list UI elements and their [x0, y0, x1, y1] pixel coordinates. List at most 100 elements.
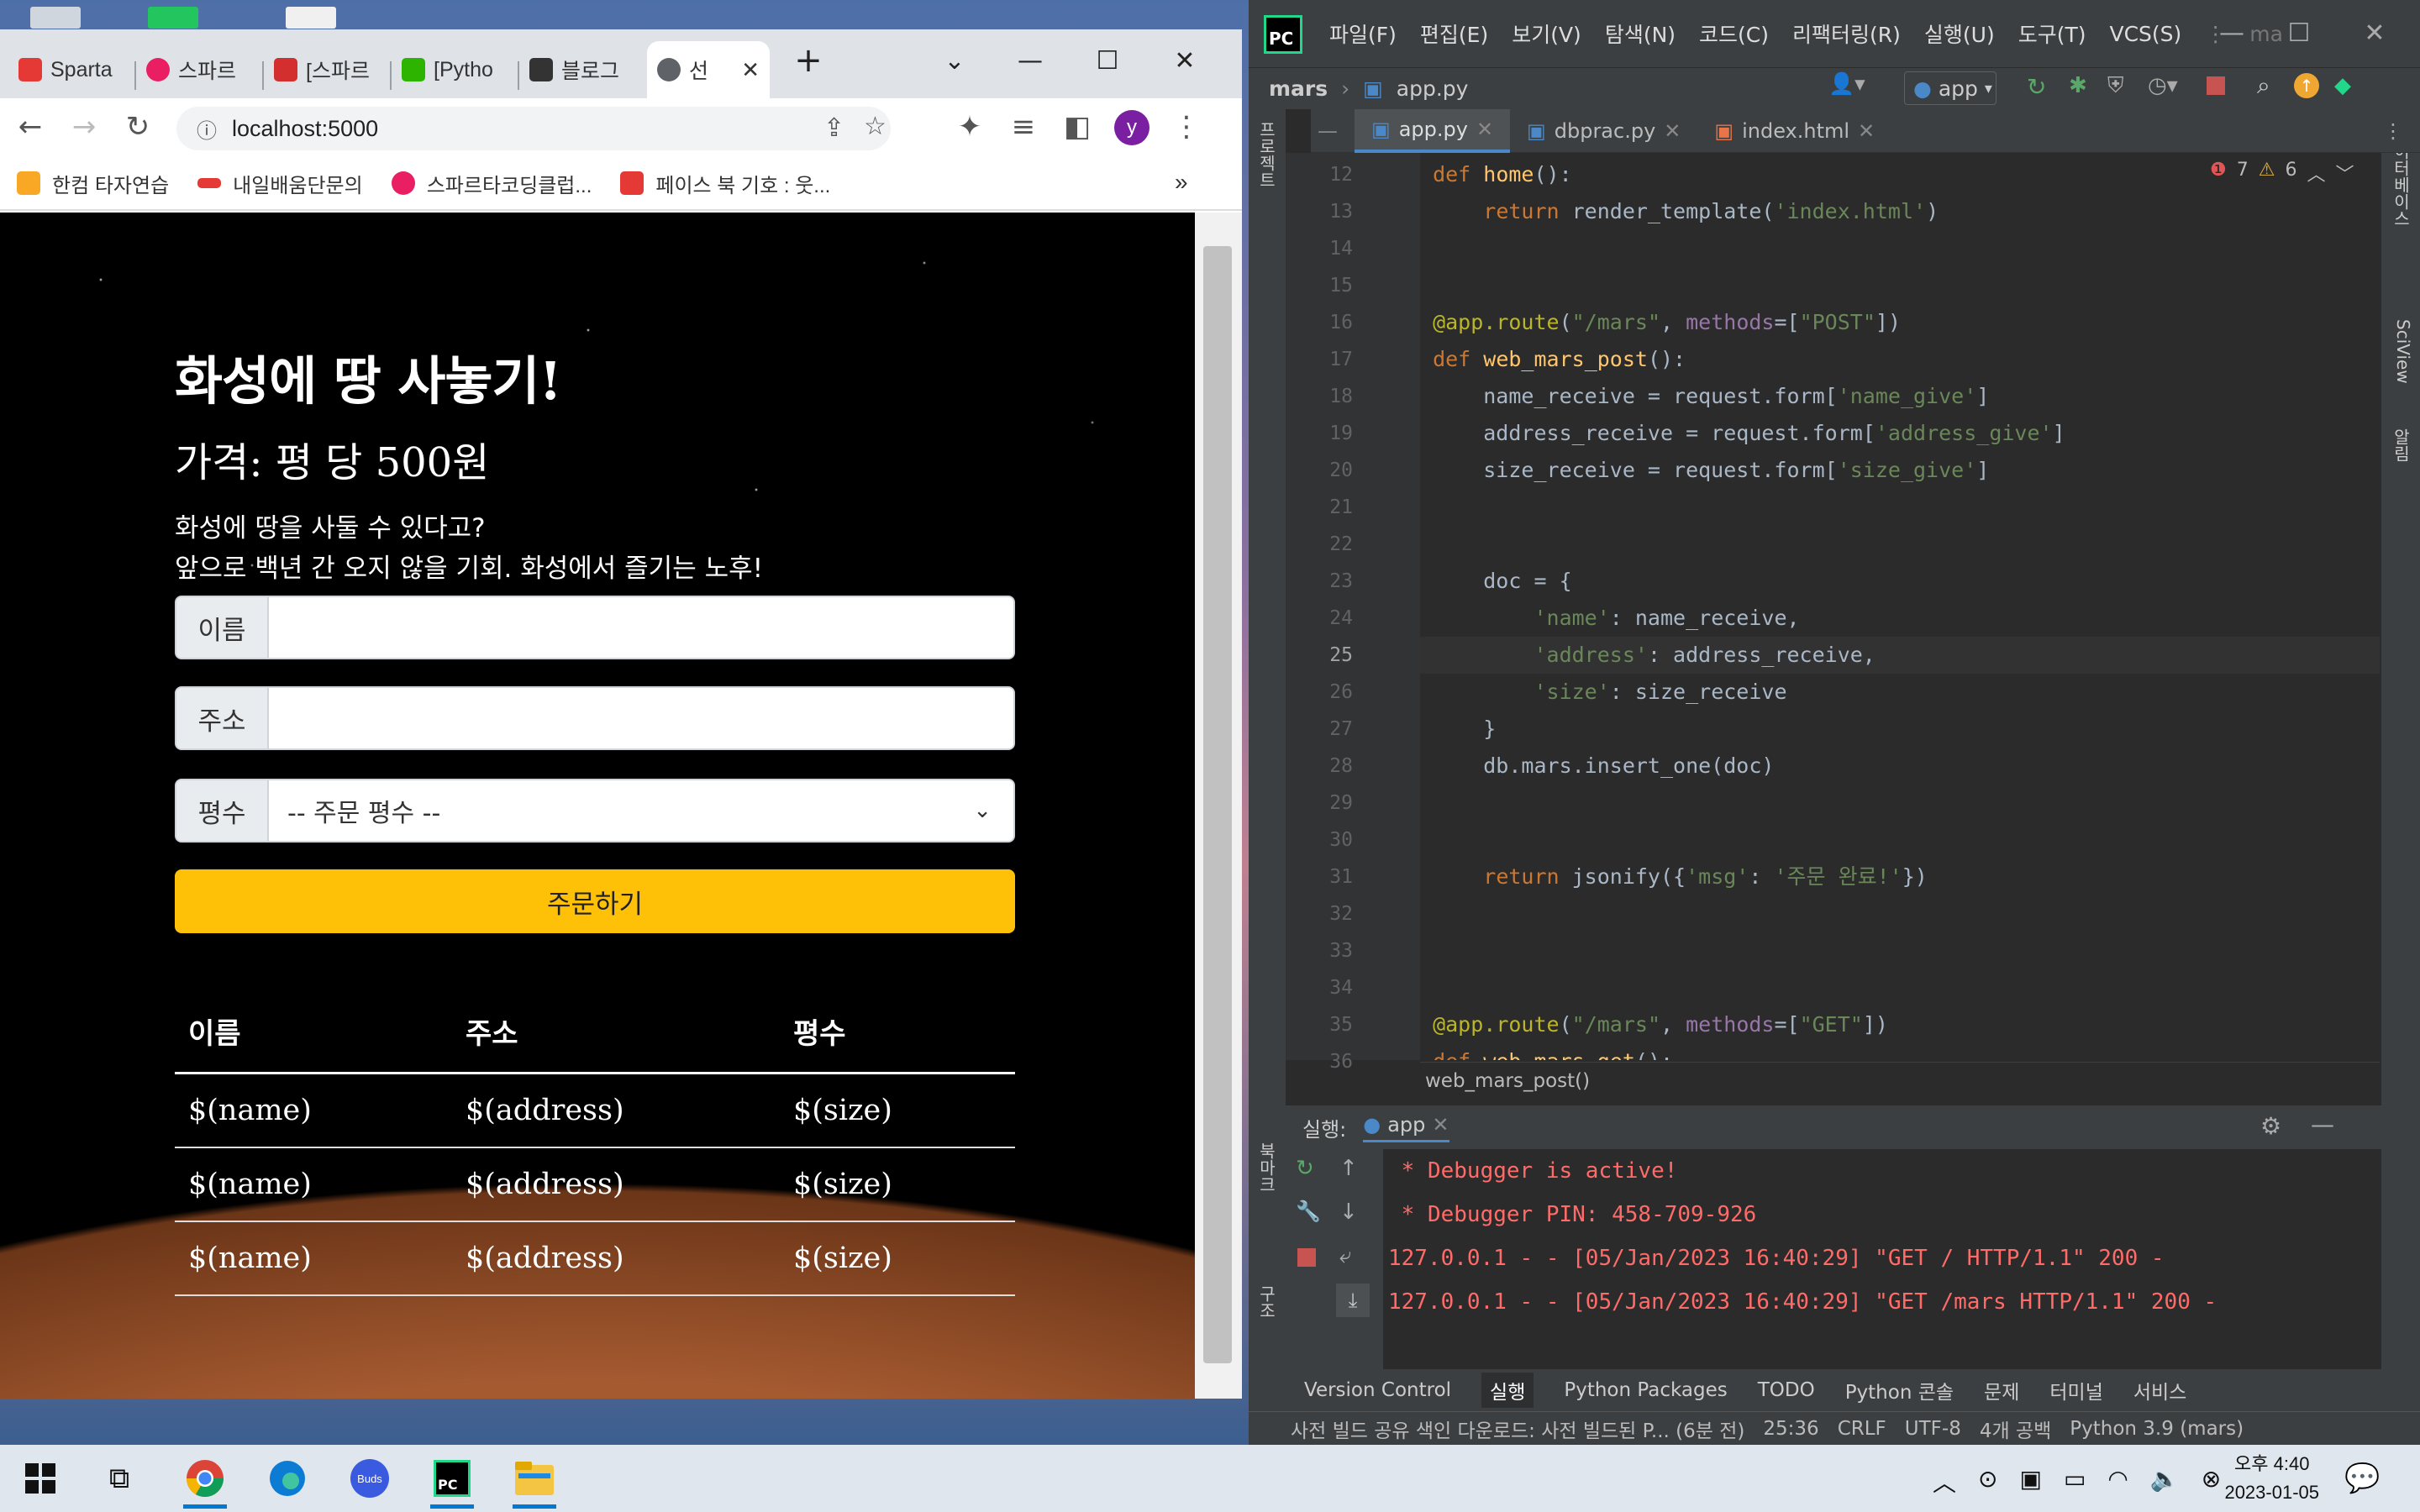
tool-tab-run[interactable]: 실행	[1481, 1373, 1534, 1408]
code-line[interactable]: 'name': name_receive,	[1420, 600, 2380, 637]
taskbar-buds[interactable]: Buds	[339, 1448, 400, 1509]
code-editor[interactable]: def home(): return render_template('inde…	[1420, 153, 2380, 1060]
bookmark-item[interactable]: 페이스 북 기호 : 웃...	[620, 169, 830, 198]
python-interpreter[interactable]: Python 3.9 (mars)	[2070, 1418, 2244, 1440]
code-line[interactable]	[1420, 489, 2380, 526]
notification-center-icon[interactable]: 💬	[2344, 1462, 2380, 1495]
code-line[interactable]: def web_mars_get():	[1420, 1043, 2380, 1060]
previous-highlight-icon[interactable]: ︿	[2307, 160, 2325, 186]
battery-icon[interactable]: ▭	[2064, 1465, 2086, 1499]
order-button[interactable]: 주문하기	[175, 869, 1015, 933]
status-message[interactable]: 사전 빌드 공유 색인 다운로드: 사전 빌드된 P... (6분 전)	[1291, 1415, 1744, 1443]
stop-icon[interactable]	[1297, 1248, 1316, 1267]
code-line[interactable]	[1420, 230, 2380, 267]
share-icon[interactable]: ⇪	[823, 113, 844, 143]
nav-file[interactable]: app.py	[1397, 76, 1469, 101]
bookmarks-overflow-icon[interactable]: »	[1175, 169, 1188, 196]
file-encoding[interactable]: UTF-8	[1905, 1418, 1961, 1440]
maximize-button[interactable]: ☐	[1082, 39, 1133, 81]
settings-gear-icon[interactable]: ⚙	[2260, 1112, 2281, 1140]
ide-maximize-button[interactable]: ☐	[2274, 12, 2324, 54]
site-info-icon[interactable]: ⓘ	[197, 114, 217, 144]
code-line[interactable]: 'address': address_receive,	[1420, 637, 2380, 674]
stop-icon[interactable]	[2207, 76, 2225, 95]
bookmark-item[interactable]: 내일배움단문의	[197, 169, 363, 198]
bookmarks-tool-button[interactable]: 북마크	[1255, 1142, 1279, 1201]
code-line[interactable]: db.mars.insert_one(doc)	[1420, 748, 2380, 785]
scroll-up-icon[interactable]: ↑	[1339, 1156, 1358, 1181]
taskbar-chrome[interactable]	[175, 1448, 235, 1509]
side-panel-icon[interactable]: ◧	[1055, 105, 1099, 149]
back-icon[interactable]: ←	[8, 105, 52, 149]
menu-view[interactable]: 보기(V)	[1512, 18, 1581, 49]
browser-tab[interactable]: 블로그	[519, 41, 642, 98]
inspection-widget[interactable]: ❶7 ⚠ 6 ︿ ﹀	[2210, 160, 2354, 186]
code-line[interactable]: }	[1420, 711, 2380, 748]
close-window-button[interactable]: ✕	[1160, 39, 1210, 81]
tabs-menu-icon[interactable]: —	[1311, 109, 1355, 153]
editor-tab-app-py[interactable]: ▣ app.py ✕	[1355, 109, 1511, 153]
tab-search-icon[interactable]: ⌄	[929, 39, 980, 81]
editor-tab-index-html[interactable]: ▣ index.html ✕	[1697, 109, 1891, 153]
scroll-to-end-icon[interactable]: ⤓	[1336, 1284, 1370, 1317]
notifications-tool-button[interactable]: 알림	[2390, 428, 2413, 496]
new-tab-button[interactable]: +	[783, 39, 834, 81]
close-tab-icon[interactable]: ✕	[1664, 119, 1681, 143]
code-line[interactable]: doc = {	[1420, 563, 2380, 600]
code-line[interactable]	[1420, 526, 2380, 563]
code-line[interactable]: return render_template('index.html')	[1420, 193, 2380, 230]
scroll-down-icon[interactable]: ↓	[1339, 1200, 1358, 1225]
forward-icon[interactable]: →	[62, 105, 106, 149]
caret-position[interactable]: 25:36	[1763, 1418, 1818, 1440]
start-button[interactable]	[10, 1448, 71, 1509]
close-tab-icon[interactable]: ✕	[1476, 118, 1493, 141]
bookmark-star-icon[interactable]: ☆	[864, 112, 886, 141]
size-select[interactable]: -- 주문 평수 -- ⌄	[269, 780, 1013, 841]
media-control-icon[interactable]: ≡	[1002, 105, 1045, 149]
taskbar-pycharm[interactable]: PC	[422, 1448, 482, 1509]
code-line[interactable]: name_receive = request.form['name_give']	[1420, 378, 2380, 415]
tool-tab-services[interactable]: 서비스	[2133, 1376, 2186, 1404]
close-tab-icon[interactable]: ✕	[1858, 119, 1875, 143]
rerun-icon[interactable]: ↻	[1296, 1156, 1314, 1181]
browser-tab[interactable]: [스파르	[264, 41, 387, 98]
mute-icon[interactable]: ⊗	[2202, 1465, 2221, 1499]
nav-project[interactable]: mars	[1269, 76, 1328, 101]
tool-tab-python-packages[interactable]: Python Packages	[1564, 1379, 1727, 1401]
address-bar[interactable]: ⓘ localhost:5000 ⇪ ☆	[176, 107, 891, 150]
search-icon[interactable]: ⌕	[2257, 71, 2270, 100]
indent-setting[interactable]: 4개 공백	[1980, 1415, 2051, 1443]
extensions-icon[interactable]: ✦	[948, 105, 992, 149]
menu-edit[interactable]: 편집(E)	[1420, 18, 1488, 49]
ide-close-button[interactable]: ✕	[2349, 12, 2400, 54]
close-tab-icon[interactable]: ✕	[1432, 1113, 1449, 1137]
minimize-button[interactable]: —	[1005, 39, 1055, 81]
code-line[interactable]: address_receive = request.form['address_…	[1420, 415, 2380, 452]
project-tool-button[interactable]: 프로젝트	[1255, 121, 1279, 188]
browser-tab[interactable]: 스파르	[136, 41, 259, 98]
user-icon[interactable]: 👤▾	[1828, 71, 1865, 97]
soft-wrap-icon[interactable]: ⤶	[1339, 1243, 1352, 1269]
hide-panel-icon[interactable]: —	[2311, 1110, 2334, 1138]
profile-icon[interactable]: ◷▾	[2148, 73, 2178, 98]
jetbrains-ai-icon[interactable]: ◆	[2334, 73, 2351, 98]
profile-avatar[interactable]: y	[1114, 110, 1150, 145]
taskbar-edge[interactable]	[257, 1448, 318, 1509]
bookmark-item[interactable]: 한컴 타자연습	[17, 169, 169, 198]
taskbar-file-explorer[interactable]	[504, 1448, 565, 1509]
bookmark-item[interactable]: 스파르타코딩클럽...	[391, 169, 592, 198]
menu-code[interactable]: 코드(C)	[1699, 18, 1769, 49]
menu-vcs[interactable]: VCS(S)	[2109, 22, 2181, 46]
tool-tab-python-console[interactable]: Python 콘솔	[1845, 1376, 1954, 1404]
code-line[interactable]	[1420, 267, 2380, 304]
desktop-icon[interactable]	[30, 7, 81, 29]
browser-tab[interactable]: [Pytho	[392, 41, 514, 98]
close-tab-icon[interactable]: ✕	[741, 57, 760, 83]
reload-icon[interactable]: ↻	[116, 105, 160, 149]
tool-tab-todo[interactable]: TODO	[1758, 1379, 1815, 1401]
menu-refactor[interactable]: 리팩터링(R)	[1792, 18, 1901, 49]
menu-tools[interactable]: 도구(T)	[2018, 18, 2086, 49]
volume-icon[interactable]: 🔈	[2150, 1465, 2180, 1499]
browser-tab-active[interactable]: 선 ✕	[647, 41, 770, 98]
wrench-icon[interactable]: 🔧	[1296, 1200, 1321, 1223]
